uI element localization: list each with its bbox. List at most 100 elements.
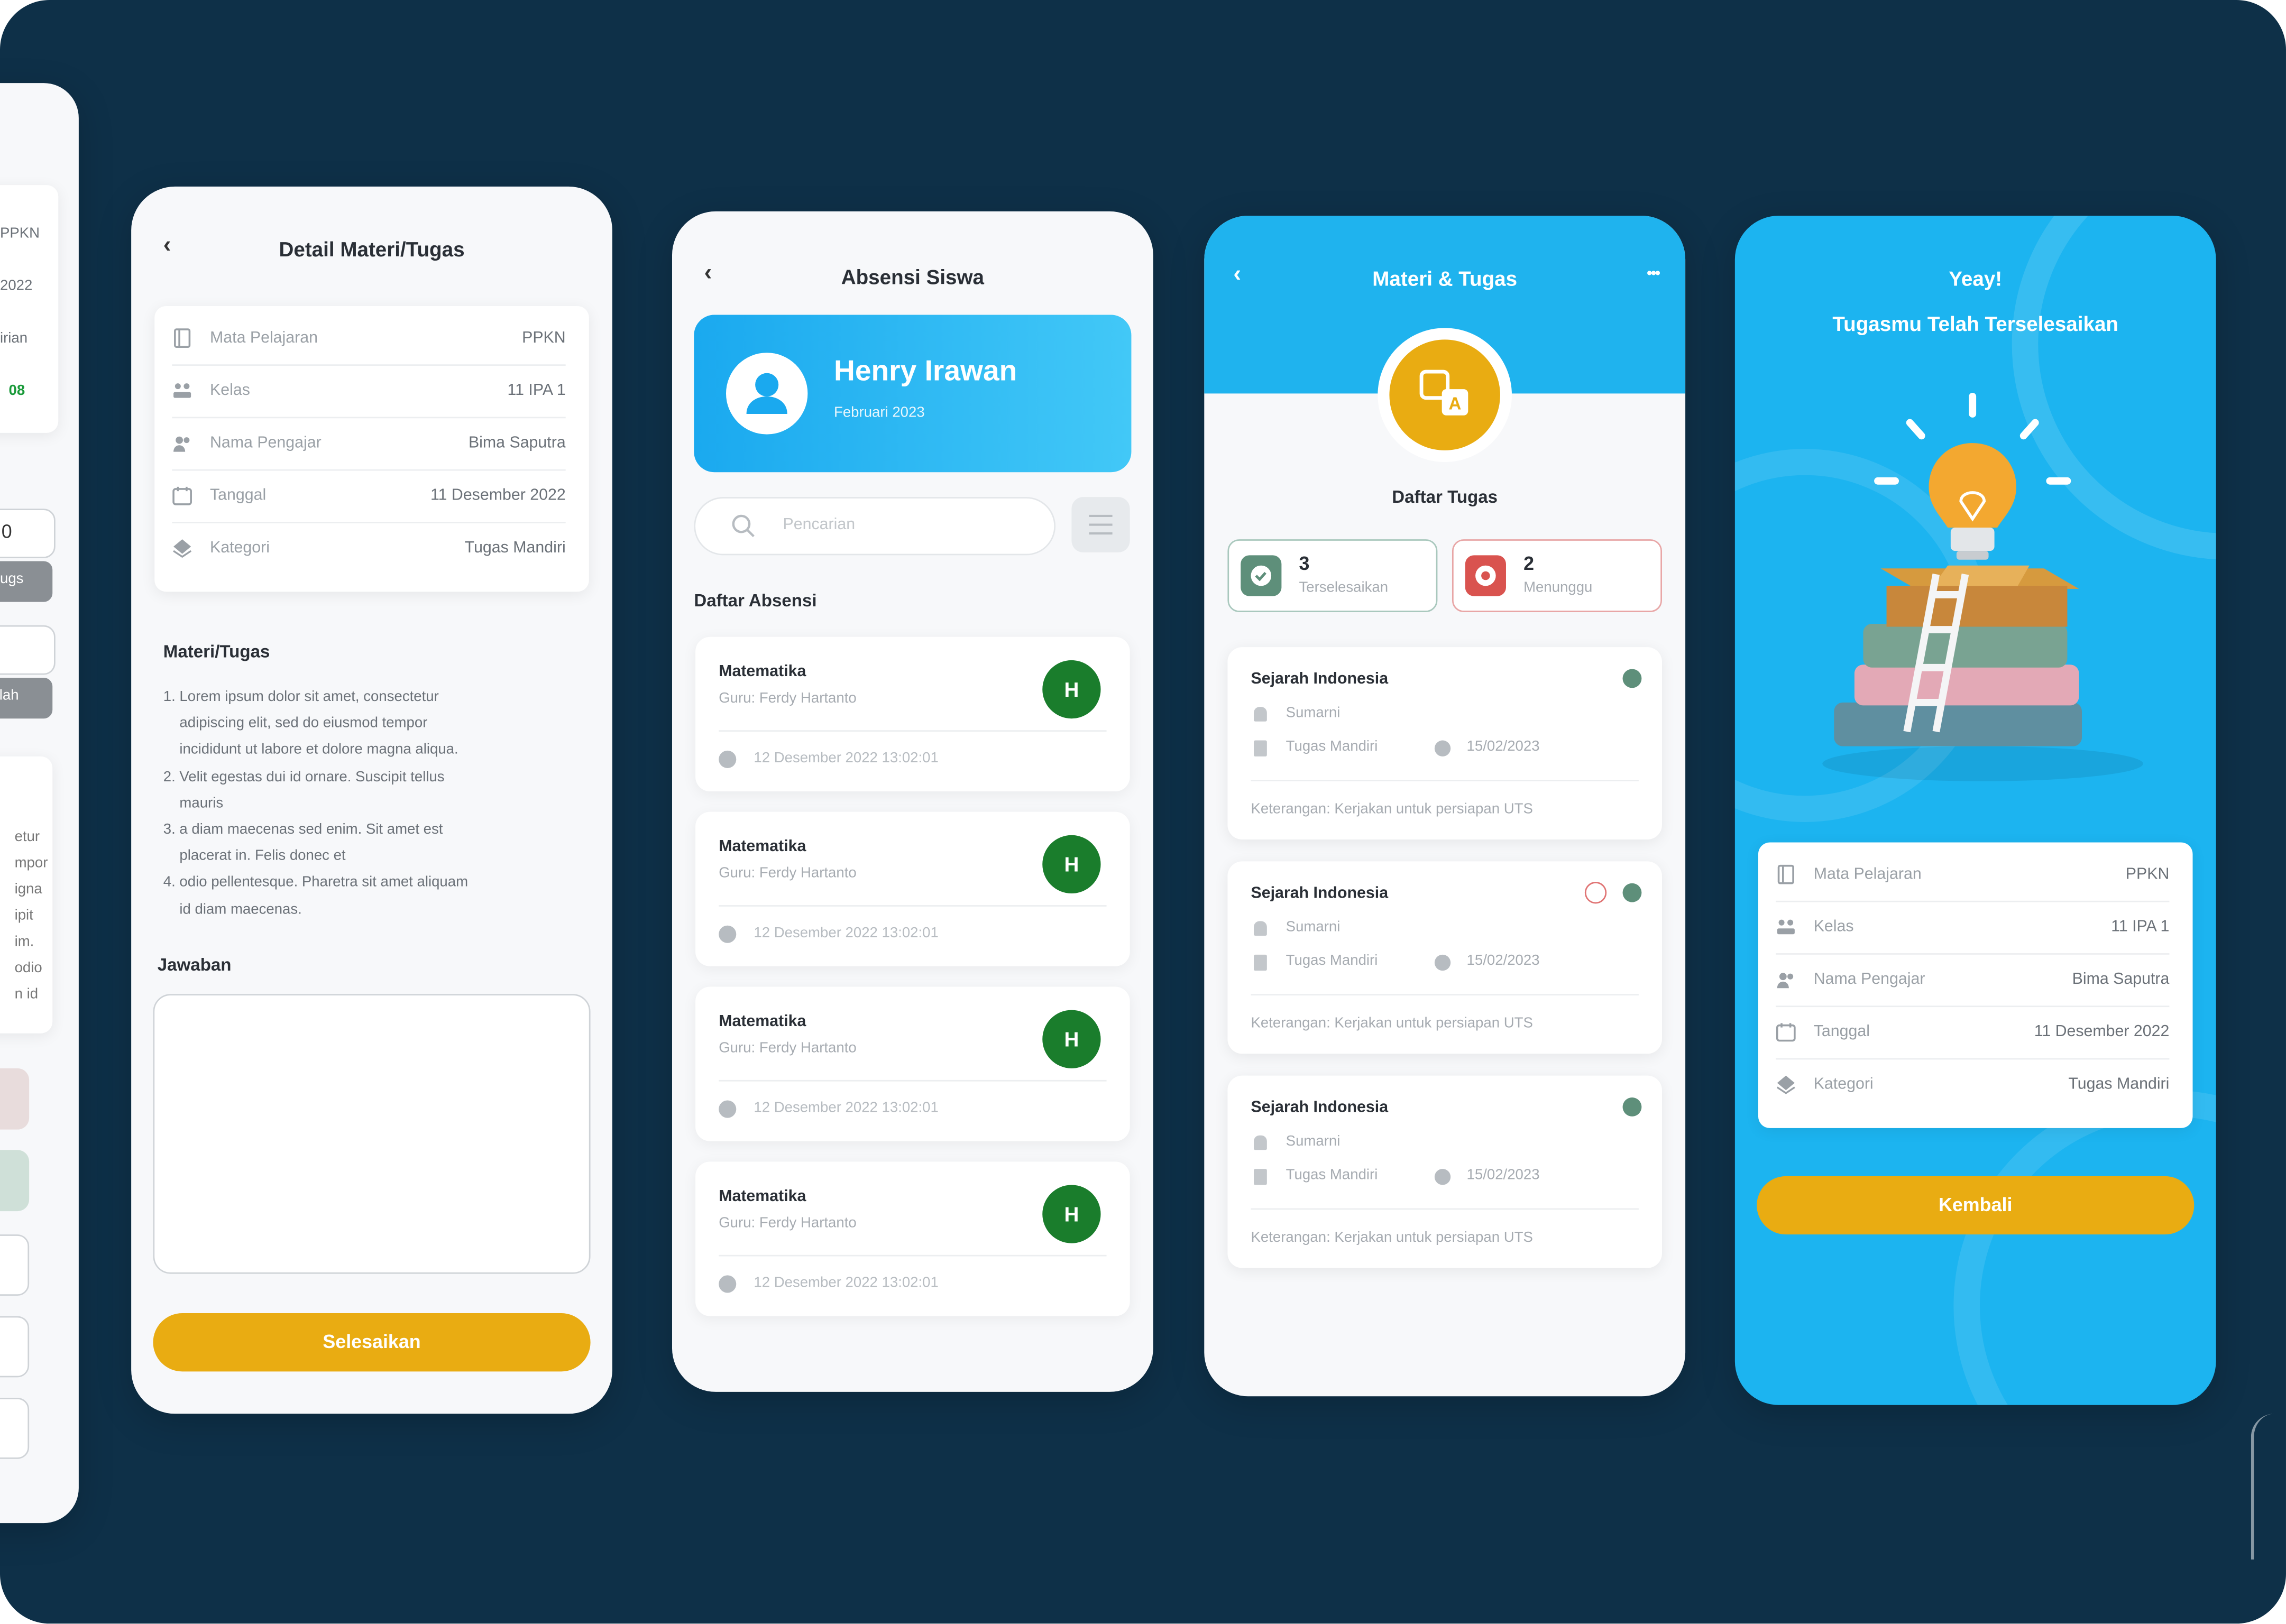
task-note: Keterangan: Kerjakan untuk persiapan UTS [1251,1230,1533,1247]
partial-text: n id [14,986,39,1003]
divider [1251,1208,1639,1210]
info-value: 11 IPA 1 [507,382,566,400]
info-label: Nama Pengajar [1813,971,1925,989]
partial-button[interactable]: alah [0,678,53,719]
material-line: placerat in. Felis donec et [163,848,346,865]
info-value: Bima Saputra [2072,971,2170,989]
answer-label: Jawaban [157,954,232,975]
info-value: 11 Desember 2022 [2034,1023,2170,1041]
page-title: Materi & Tugas [1372,266,1518,290]
timestamp: 12 Desember 2022 13:02:01 [754,1275,939,1291]
profile-name: Henry Irawan [834,355,1017,388]
partial-text: odio [14,960,42,977]
partial-field[interactable] [0,1234,30,1296]
check-icon [1241,555,1282,596]
info-label: Kategori [1813,1075,1874,1093]
document-icon [1254,1169,1267,1185]
avatar [726,353,808,435]
task-card[interactable]: Sejarah Indonesia Sumarni Tugas Mandiri … [1227,1075,1662,1268]
info-card: Mata Pelajaran PPKN Kelas 11 IPA 1 Nama … [154,306,589,592]
task-card[interactable]: Sejarah Indonesia Sumarni Tugas Mandiri … [1227,647,1662,840]
submit-button[interactable]: Selesaikan [153,1313,591,1372]
info-row-subject: Mata Pelajaran PPKN [172,312,566,366]
task-category: Tugas Mandiri [1286,1167,1378,1184]
info-row-subject: Mata Pelajaran PPKN [1776,848,2170,902]
material-line: 4. odio pellentesque. Pharetra sit amet … [163,875,469,891]
list-heading: Daftar Absensi [694,590,817,611]
done-summary[interactable]: 3 Terselesaikan [1227,539,1438,612]
attendance-item[interactable]: Matematika Guru: Ferdy Hartanto H 12 Des… [695,986,1130,1141]
more-icon[interactable]: ••• [1647,265,1660,283]
info-row-date: Tanggal 11 Desember 2022 [172,469,566,523]
filter-button[interactable] [1071,497,1130,552]
timestamp: 12 Desember 2022 13:02:01 [754,925,939,942]
screen-partial: PPKN 2022 irian 08 0 ugs alah etur mpor … [0,83,79,1524]
info-row-class: Kelas 11 IPA 1 [1776,901,2170,955]
material-text: 1. Lorem ipsum dolor sit amet, consectet… [163,685,586,924]
partial-button[interactable]: ugs [0,561,53,602]
task-date: 15/02/2023 [1466,953,1540,970]
search-input[interactable]: Pencarian [694,497,1056,556]
material-line: id diam maecenas. [163,901,302,918]
info-label: Nama Pengajar [210,434,322,452]
task-card[interactable]: Sejarah Indonesia Sumarni Tugas Mandiri … [1227,861,1662,1054]
material-heading: Materi/Tugas [163,641,270,662]
attendance-item[interactable]: Matematika Guru: Ferdy Hartanto H 12 Des… [695,636,1130,792]
search-placeholder: Pencarian [783,515,856,534]
task-category: Tugas Mandiri [1286,739,1378,755]
partial-input[interactable]: 0 [0,509,56,558]
clock-icon [1434,740,1451,756]
partial-text: im. [14,934,34,951]
status-badge: H [1042,835,1101,894]
subject: Matematika [719,663,806,681]
partial-chip[interactable] [0,1150,30,1212]
decor-ring [1953,1090,2216,1405]
partial-field[interactable] [0,1397,30,1459]
info-row-category: Kategori Tugas Mandiri [172,522,566,574]
info-label: Tanggal [1813,1023,1870,1041]
info-value: 11 IPA 1 [2111,918,2170,936]
info-label: Kelas [1813,918,1854,936]
divider [719,905,1107,907]
teacher-icon [173,436,190,452]
answer-textarea[interactable] [153,994,591,1274]
done-check-icon [1622,883,1642,902]
partial-text: mpor [14,855,48,872]
document-icon [1254,740,1267,756]
screen-detail-materi: ‹ Detail Materi/Tugas Mata Pelajaran PPK… [131,186,612,1414]
pending-label: Menunggu [1523,580,1593,596]
info-value: PPKN [2125,865,2170,883]
teacher: Guru: Ferdy Hartanto [719,1040,857,1057]
section-heading: Daftar Tugas [1392,486,1498,508]
clock-icon [719,750,737,768]
attendance-item[interactable]: Matematika Guru: Ferdy Hartanto H 12 Des… [695,811,1130,966]
info-row-teacher: Nama Pengajar Bima Saputra [1776,953,2170,1008]
task-teacher: Sumarni [1286,1133,1341,1150]
divider [719,730,1107,732]
screen-absensi: ‹ Absensi Siswa Henry Irawan Februari 20… [672,211,1153,1392]
user-icon [746,373,787,414]
pending-count: 2 [1523,552,1535,575]
corner-edge [2251,1414,2286,1560]
teacher: Guru: Ferdy Hartanto [719,1215,857,1232]
info-value: Tugas Mandiri [464,539,566,557]
partial-chip[interactable] [0,1068,30,1130]
material-line: 1. Lorem ipsum dolor sit amet, consectet… [163,689,439,706]
back-button[interactable]: Kembali [1757,1176,2195,1235]
task-teacher: Sumarni [1286,919,1341,936]
attendance-item[interactable]: Matematika Guru: Ferdy Hartanto H 12 Des… [695,1161,1130,1316]
pending-summary[interactable]: 2 Menunggu [1452,539,1662,612]
category-icon [173,539,192,558]
showcase-background: PPKN 2022 irian 08 0 ugs alah etur mpor … [0,0,2286,1624]
partial-text: etur [14,829,40,846]
partial-field[interactable] [0,1316,30,1378]
partial-button-label: alah [0,688,19,704]
task-title: Sejarah Indonesia [1251,884,1389,902]
calendar-icon [1776,1023,1796,1042]
subject: Matematika [719,1187,806,1206]
divider [719,1079,1107,1082]
partial-input[interactable] [0,625,56,675]
category-icon [1776,1075,1795,1094]
done-check-icon [1622,669,1642,688]
status-badge: H [1042,1185,1101,1243]
